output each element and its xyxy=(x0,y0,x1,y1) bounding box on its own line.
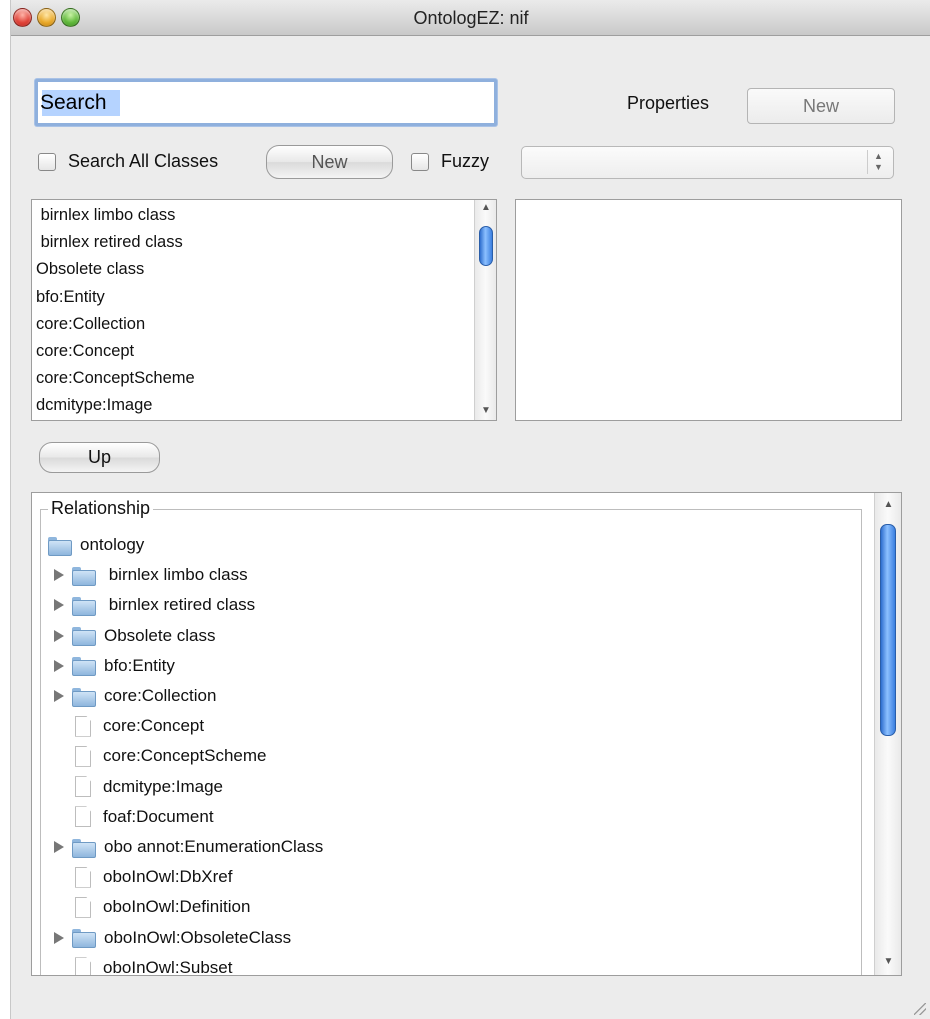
tree-item-label: core:Collection xyxy=(100,685,221,707)
document-icon xyxy=(75,715,91,737)
document-icon xyxy=(75,866,91,888)
tree-row[interactable]: obo annot:EnumerationClass xyxy=(54,833,328,861)
tree-item-label: birnlex retired class xyxy=(100,594,260,617)
tree-scroll-up-arrow-icon[interactable]: ▲ xyxy=(875,499,901,510)
document-icon xyxy=(75,776,91,798)
tree-scroll-thumb[interactable] xyxy=(880,524,896,736)
relationship-panel: Relationship ontology birnlex limbo clas… xyxy=(31,492,902,976)
class-list-item[interactable]: birnlex retired class xyxy=(32,229,496,256)
folder-icon xyxy=(72,838,96,858)
folder-icon xyxy=(72,657,96,677)
search-field-container xyxy=(35,79,497,126)
app-window: OntologEZ: nif Properties New Search All… xyxy=(10,0,930,1019)
scroll-up-arrow-icon[interactable]: ▲ xyxy=(475,202,496,213)
tree-item-label: foaf:Document xyxy=(99,805,218,828)
tree-root-label: ontology xyxy=(76,534,149,556)
folder-icon xyxy=(48,536,72,556)
document-icon xyxy=(75,806,91,828)
relationship-legend: Relationship xyxy=(48,498,154,519)
fuzzy-label: Fuzzy xyxy=(441,151,490,171)
folder-icon xyxy=(72,566,96,586)
search-input[interactable] xyxy=(38,82,494,123)
scroll-thumb[interactable] xyxy=(479,226,493,266)
search-all-classes-label: Search All Classes xyxy=(68,151,219,171)
tree-scroll-down-arrow-icon[interactable]: ▼ xyxy=(875,956,901,967)
tree-row[interactable]: birnlex limbo class xyxy=(54,561,252,589)
title-bar[interactable]: OntologEZ: nif xyxy=(11,0,930,36)
properties-list[interactable] xyxy=(515,199,902,421)
tree-row[interactable]: oboInOwl:Subset xyxy=(54,954,237,975)
tree-row[interactable]: Obsolete class xyxy=(54,622,220,650)
tree-row[interactable]: foaf:Document xyxy=(54,803,218,831)
tree-root-row[interactable]: ontology xyxy=(48,531,149,559)
tree-item-label: oboInOwl:Definition xyxy=(99,896,255,919)
resize-grip-icon[interactable] xyxy=(914,1003,926,1015)
class-list-item[interactable]: dcmitype:Image xyxy=(32,392,496,419)
tree-row[interactable]: core:Collection xyxy=(54,682,221,710)
tree-row[interactable]: birnlex retired class xyxy=(54,591,260,619)
tree-scrollbar[interactable]: ▲ ▼ xyxy=(874,493,901,975)
tree-item-label: oboInOwl:Subset xyxy=(99,956,237,975)
property-select[interactable]: ▲ ▼ xyxy=(521,146,894,179)
disclosure-triangle-icon[interactable] xyxy=(54,629,64,642)
class-list-scrollbar[interactable]: ▲ ▼ xyxy=(474,200,496,420)
tree-item-label: bfo:Entity xyxy=(100,654,179,677)
disclosure-triangle-icon[interactable] xyxy=(54,690,64,702)
tree-row[interactable]: oboInOwl:ObsoleteClass xyxy=(54,924,296,952)
disclosure-triangle-icon[interactable] xyxy=(54,569,64,582)
class-list-item[interactable]: bfo:Entity xyxy=(32,284,496,311)
properties-label: Properties xyxy=(627,93,710,113)
search-all-classes-checkbox[interactable] xyxy=(38,153,56,171)
document-icon xyxy=(75,896,91,918)
folder-icon xyxy=(72,627,96,647)
tree-item-label: obo annot:EnumerationClass xyxy=(100,836,328,858)
class-list-item[interactable]: core:Collection xyxy=(32,311,496,338)
window-title: OntologEZ: nif xyxy=(413,8,529,28)
tree-row[interactable]: core:Concept xyxy=(54,712,209,740)
tree-item-label: birnlex limbo class xyxy=(100,564,252,587)
disclosure-triangle-icon[interactable] xyxy=(54,931,64,944)
tree-row[interactable]: oboInOwl:DbXref xyxy=(54,863,237,891)
class-list-item[interactable]: core:ConceptScheme xyxy=(32,365,496,392)
tree-item-label: core:Concept xyxy=(99,715,209,738)
tree-row[interactable]: bfo:Entity xyxy=(54,652,179,680)
class-list-item[interactable]: core:Concept xyxy=(32,338,496,365)
class-list-item[interactable]: birnlex limbo class xyxy=(32,202,496,229)
tree-item-label: core:ConceptScheme xyxy=(99,745,271,768)
disclosure-triangle-icon[interactable] xyxy=(54,659,64,672)
tree-row[interactable]: oboInOwl:Definition xyxy=(54,893,255,921)
tree-item-label: dcmitype:Image xyxy=(99,775,227,798)
tree-item-label: Obsolete class xyxy=(100,624,220,647)
tree-item-label: oboInOwl:ObsoleteClass xyxy=(100,926,296,949)
fuzzy-checkbox[interactable] xyxy=(411,153,429,171)
document-icon xyxy=(75,745,91,767)
class-list-item[interactable]: Obsolete class xyxy=(32,256,496,283)
select-arrows-icon: ▲ ▼ xyxy=(867,150,889,174)
tree-row[interactable]: dcmitype:Image xyxy=(54,773,227,801)
folder-icon xyxy=(72,596,96,616)
folder-icon xyxy=(72,687,96,707)
tree-row[interactable]: core:ConceptScheme xyxy=(54,742,271,770)
class-list[interactable]: birnlex limbo class birnlex retired clas… xyxy=(31,199,497,421)
tree-item-label: oboInOwl:DbXref xyxy=(99,866,237,889)
disclosure-triangle-icon[interactable] xyxy=(54,599,64,612)
document-icon xyxy=(75,957,91,975)
up-button[interactable]: Up xyxy=(39,442,160,473)
properties-new-button[interactable]: New xyxy=(747,88,895,124)
folder-icon xyxy=(72,929,96,949)
disclosure-triangle-icon[interactable] xyxy=(54,841,64,853)
scroll-down-arrow-icon[interactable]: ▼ xyxy=(475,405,496,416)
class-new-button[interactable]: New xyxy=(266,145,393,179)
